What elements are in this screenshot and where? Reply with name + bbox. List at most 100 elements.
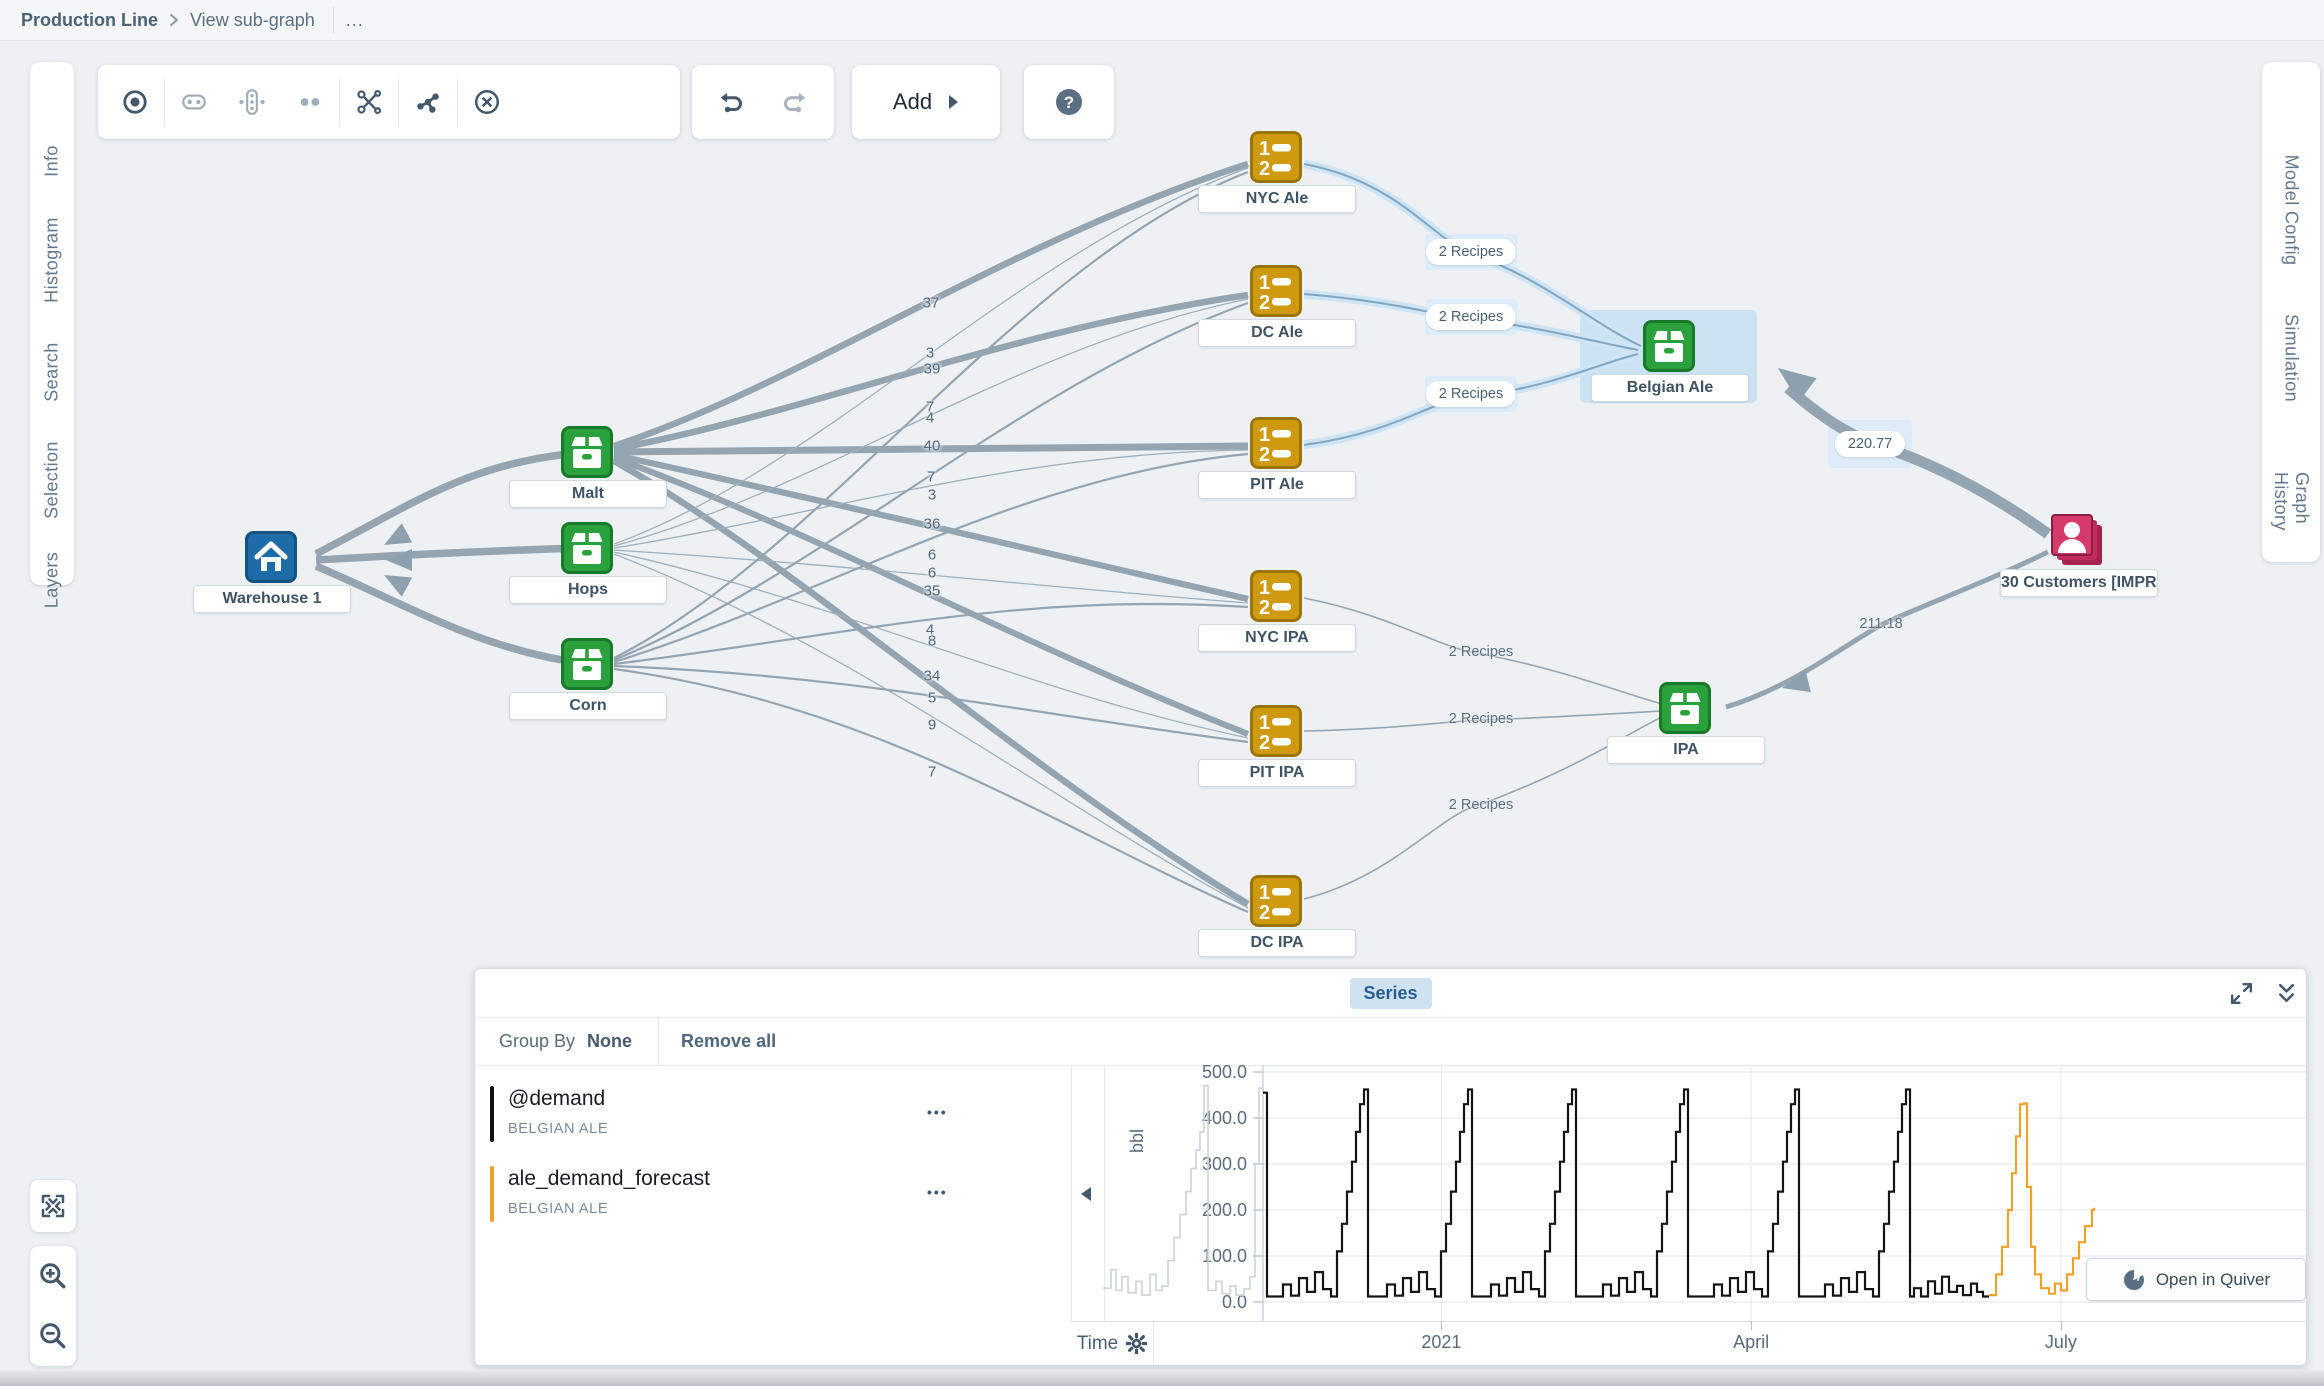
select-target-button[interactable] xyxy=(106,73,164,131)
node-label-pit-ale[interactable]: PIT Ale xyxy=(1198,471,1356,499)
edge-badge[interactable]: 211.18 xyxy=(1859,616,1902,632)
svg-text:1: 1 xyxy=(1259,138,1270,160)
node-label-corn[interactable]: Corn xyxy=(509,692,667,720)
breadcrumb: Production Line View sub-graph ... xyxy=(0,0,2324,41)
x-axis-tick-label: July xyxy=(2045,1332,2077,1353)
edge-badge[interactable]: 2 Recipes xyxy=(1426,381,1516,407)
expand-panel-button[interactable] xyxy=(2228,980,2255,1012)
breadcrumb-root[interactable]: Production Line xyxy=(21,10,158,31)
add-button-label: Add xyxy=(893,89,932,115)
svg-text:2: 2 xyxy=(1259,158,1270,180)
x-axis-tick xyxy=(2061,1321,2062,1330)
node-dc-ipa[interactable]: 12 xyxy=(1250,875,1302,932)
edge-badge[interactable]: 2 Recipes xyxy=(1449,644,1513,660)
svg-text:1: 1 xyxy=(1259,712,1270,734)
node-label-belgian-ale[interactable]: Belgian Ale xyxy=(1591,374,1749,402)
edge-flow-value: 37 xyxy=(923,295,940,312)
node-label-nyc-ale[interactable]: NYC Ale xyxy=(1198,185,1356,213)
fit-to-screen-button[interactable] xyxy=(30,1180,76,1232)
zoom-controls xyxy=(30,1246,76,1366)
node-label-malt[interactable]: Malt xyxy=(509,480,667,508)
sidebar-tab-search[interactable]: Search xyxy=(42,342,63,401)
svg-text:2: 2 xyxy=(1259,902,1270,924)
edge-flow-value: 5 xyxy=(928,690,936,707)
node-ipa[interactable] xyxy=(1659,682,1711,739)
svg-text:2: 2 xyxy=(1259,444,1270,466)
node-corn[interactable] xyxy=(561,638,613,695)
node-malt[interactable] xyxy=(561,426,613,483)
edge-flow-value: 6 xyxy=(928,565,936,582)
branch-graph-button[interactable] xyxy=(399,73,457,131)
series-options-button[interactable]: ••• xyxy=(927,1104,948,1120)
node-pit-ale[interactable]: 12 xyxy=(1250,417,1302,474)
zoom-out-button[interactable] xyxy=(30,1306,76,1366)
sidebar-tab-layers[interactable]: Layers xyxy=(42,552,63,608)
series-subtitle: BELGIAN ALE xyxy=(508,1121,608,1137)
collapse-panel-button[interactable] xyxy=(2273,980,2300,1012)
tab-series[interactable]: Series xyxy=(1349,978,1431,1009)
node-label-nyc-ipa[interactable]: NYC IPA xyxy=(1198,624,1356,652)
remove-circle-button[interactable] xyxy=(458,73,516,131)
chart-collapse-strip xyxy=(1071,1065,1105,1321)
node-nyc-ipa[interactable]: 12 xyxy=(1250,570,1302,627)
series-name[interactable]: ale_demand_forecast xyxy=(508,1167,710,1191)
node-label-pit-ipa[interactable]: PIT IPA xyxy=(1198,759,1356,787)
breadcrumb-current[interactable]: View sub-graph xyxy=(190,10,315,31)
x-axis-tick xyxy=(1751,1321,1752,1330)
node-label-dc-ale[interactable]: DC Ale xyxy=(1198,319,1356,347)
link-nodes-button[interactable] xyxy=(165,73,223,131)
node-belgian-ale[interactable] xyxy=(1643,320,1695,377)
node-warehouse-1[interactable] xyxy=(245,531,297,588)
y-axis-label: bbl xyxy=(1127,1129,1148,1153)
node-customers[interactable] xyxy=(2049,512,2107,575)
undo-button[interactable] xyxy=(708,73,758,131)
svg-text:1: 1 xyxy=(1259,577,1270,599)
node-nyc-ale[interactable]: 12 xyxy=(1250,131,1302,188)
sidebar-tab-graph-history[interactable]: Graph History xyxy=(2270,472,2312,532)
chart-x-axis: Time 2021AprilJuly xyxy=(1071,1321,2306,1365)
redo-button[interactable] xyxy=(768,73,818,131)
series-name[interactable]: @demand xyxy=(508,1087,605,1111)
svg-text:2: 2 xyxy=(1259,292,1270,314)
edge-badge[interactable]: 2 Recipes xyxy=(1426,239,1516,265)
node-label-dc-ipa[interactable]: DC IPA xyxy=(1198,929,1356,957)
node-label-ipa[interactable]: IPA xyxy=(1607,736,1765,764)
time-settings-button[interactable]: Time xyxy=(1071,1322,1154,1365)
edge-badge[interactable]: 220.77 xyxy=(1835,431,1905,457)
sidebar-tab-selection[interactable]: Selection xyxy=(42,441,63,519)
collapse-list-button[interactable] xyxy=(1081,1187,1091,1201)
x-axis-tick-label: April xyxy=(1733,1332,1769,1353)
edge-flow-value: 4 xyxy=(926,410,934,427)
help-button[interactable]: ? xyxy=(1040,73,1098,131)
gear-icon xyxy=(1126,1333,1147,1354)
edge-badge[interactable]: 2 Recipes xyxy=(1449,711,1513,727)
edge-flow-value: 9 xyxy=(928,717,936,734)
node-label-warehouse-1[interactable]: Warehouse 1 xyxy=(193,585,351,613)
node-pit-ipa[interactable]: 12 xyxy=(1250,705,1302,762)
edge-flow-value: 40 xyxy=(924,438,941,455)
help-card: ? xyxy=(1024,65,1114,139)
split-node-button[interactable] xyxy=(223,73,281,131)
merge-nodes-button[interactable] xyxy=(281,73,339,131)
sidebar-tab-simulation[interactable]: Simulation xyxy=(2281,314,2302,402)
chevron-right-icon xyxy=(168,12,180,28)
open-in-quiver-button[interactable]: Open in Quiver xyxy=(2086,1258,2306,1301)
series-color-bar xyxy=(490,1166,494,1222)
zoom-in-button[interactable] xyxy=(30,1246,76,1306)
node-dc-ale[interactable]: 12 xyxy=(1250,265,1302,322)
sidebar-tab-model-config[interactable]: Model Config xyxy=(2281,155,2302,266)
cut-edges-button[interactable] xyxy=(340,73,398,131)
series-list: @demand BELGIAN ALE ••• ale_demand_forecast… xyxy=(475,969,1071,1321)
edge-badge[interactable]: 2 Recipes xyxy=(1449,797,1513,813)
breadcrumb-overflow[interactable]: ... xyxy=(346,10,364,31)
svg-text:?: ? xyxy=(1064,93,1074,112)
node-label-customers[interactable]: 30 Customers [IMPR… xyxy=(2000,569,2158,597)
sidebar-tab-info[interactable]: Info xyxy=(42,145,63,177)
add-button[interactable]: Add xyxy=(852,65,1000,139)
edge-badge[interactable]: 2 Recipes xyxy=(1426,304,1516,330)
x-axis-tick xyxy=(1441,1321,1442,1330)
node-label-hops[interactable]: Hops xyxy=(509,576,667,604)
node-hops[interactable] xyxy=(561,522,613,579)
series-options-button[interactable]: ••• xyxy=(927,1184,948,1200)
sidebar-tab-histogram[interactable]: Histogram xyxy=(42,217,63,303)
